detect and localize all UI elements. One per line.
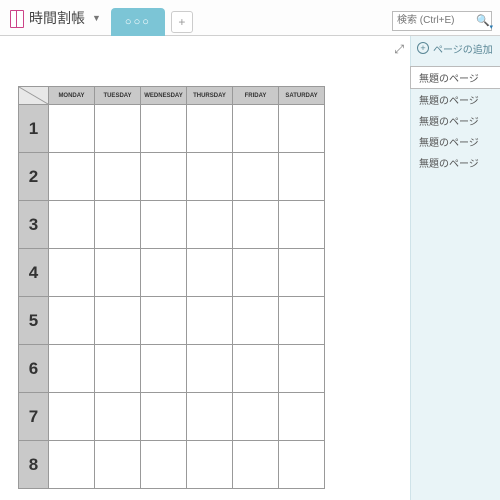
page-panel: + ページの追加 無題のページ無題のページ無題のページ無題のページ無題のページ [410,36,500,500]
timetable-cell[interactable] [233,345,279,393]
page-list-item[interactable]: 無題のページ [411,89,500,110]
timetable-cell[interactable] [233,441,279,489]
row-header: 8 [19,441,49,489]
timetable-cell[interactable] [141,201,187,249]
add-page-button[interactable]: + ページの追加 [411,36,500,60]
row-header: 2 [19,153,49,201]
page-list-item[interactable]: 無題のページ [411,110,500,131]
timetable-cell[interactable] [49,441,95,489]
timetable-cell[interactable] [49,249,95,297]
timetable-cell[interactable] [233,153,279,201]
search-icon: 🔍 [476,14,490,27]
row-header: 1 [19,105,49,153]
timetable-cell[interactable] [95,393,141,441]
timetable-cell[interactable] [233,393,279,441]
page-list-item[interactable]: 無題のページ [411,152,500,173]
timetable-cell[interactable] [95,345,141,393]
timetable-cell[interactable] [187,345,233,393]
column-header: FRIDAY [233,87,279,105]
timetable-cell[interactable] [279,105,325,153]
timetable-cell[interactable] [49,105,95,153]
timetable-cell[interactable] [233,297,279,345]
search-button[interactable]: 🔍 ▾ [474,11,492,31]
timetable-cell[interactable] [233,201,279,249]
notebook-icon [10,10,24,26]
page-list-item[interactable]: 無題のページ [411,131,500,152]
timetable-cell[interactable] [95,249,141,297]
timetable-cell[interactable] [279,393,325,441]
chevron-down-icon: ▼ [92,13,101,23]
column-header: TUESDAY [95,87,141,105]
timetable-cell[interactable] [187,201,233,249]
timetable-cell[interactable] [95,105,141,153]
column-header: WEDNESDAY [141,87,187,105]
row-header: 7 [19,393,49,441]
notebook-label: 時間割帳 [29,8,85,28]
timetable-cell[interactable] [279,201,325,249]
timetable: MONDAYTUESDAYWEDNESDAYTHURSDAYFRIDAYSATU… [18,86,325,489]
timetable-cell[interactable] [187,249,233,297]
page-list-item[interactable]: 無題のページ [410,66,500,89]
timetable-cell[interactable] [141,297,187,345]
timetable-cell[interactable] [233,249,279,297]
timetable-cell[interactable] [141,345,187,393]
timetable-cell[interactable] [279,345,325,393]
plus-circle-icon: + [417,42,429,54]
column-header: MONDAY [49,87,95,105]
timetable-cell[interactable] [49,201,95,249]
expand-icon[interactable]: ⤢ [394,42,404,57]
section-tab-label: ○○○ [125,16,151,28]
timetable-cell[interactable] [187,441,233,489]
timetable-cell[interactable] [49,345,95,393]
timetable-cell[interactable] [49,153,95,201]
timetable-cell[interactable] [279,249,325,297]
timetable-cell[interactable] [141,249,187,297]
timetable-cell[interactable] [187,393,233,441]
timetable-cell[interactable] [141,153,187,201]
timetable-cell[interactable] [279,297,325,345]
timetable-cell[interactable] [233,105,279,153]
timetable-cell[interactable] [49,297,95,345]
row-header: 5 [19,297,49,345]
timetable-cell[interactable] [141,393,187,441]
timetable-cell[interactable] [95,441,141,489]
timetable-cell[interactable] [187,105,233,153]
chevron-down-icon: ▾ [489,23,493,31]
timetable-cell[interactable] [279,153,325,201]
page-list: 無題のページ無題のページ無題のページ無題のページ無題のページ [411,66,500,173]
timetable-cell[interactable] [95,297,141,345]
timetable-cell[interactable] [49,393,95,441]
timetable-cell[interactable] [279,441,325,489]
timetable-cell[interactable] [95,153,141,201]
timetable-cell[interactable] [95,201,141,249]
column-header: SATURDAY [279,87,325,105]
timetable-cell[interactable] [187,153,233,201]
timetable-cell[interactable] [141,105,187,153]
row-header: 4 [19,249,49,297]
row-header: 6 [19,345,49,393]
page-canvas[interactable]: ⤢ MONDAYTUESDAYWEDNESDAYTHURSDAYFRIDAYSA… [0,36,410,500]
section-tab-active[interactable]: ○○○ [111,8,165,36]
row-header: 3 [19,201,49,249]
table-corner-cell [19,87,49,105]
timetable-cell[interactable] [187,297,233,345]
add-page-label: ページの追加 [433,41,493,56]
plus-icon: + [178,15,185,29]
notebook-title-dropdown[interactable]: 時間割帳 ▼ [0,0,111,35]
add-section-button[interactable]: + [171,11,193,33]
column-header: THURSDAY [187,87,233,105]
timetable-cell[interactable] [141,441,187,489]
